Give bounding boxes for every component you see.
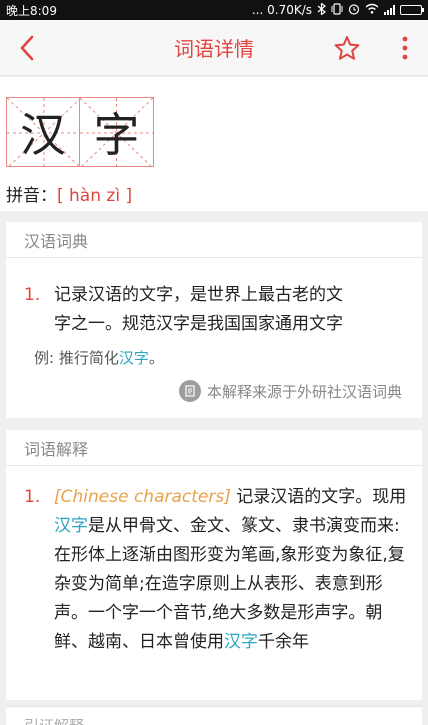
pinyin-row: 拼音：[ hàn zì ] xyxy=(6,181,132,206)
alarm-icon xyxy=(348,3,360,18)
character-text: 字 xyxy=(93,108,140,162)
pinyin-value: [ hàn zì ] xyxy=(57,186,133,206)
bluetooth-icon xyxy=(317,1,326,18)
network-speed: ... 0.70K/s xyxy=(251,3,312,17)
example-sentence: 例: 推行简化汉字。 xyxy=(34,349,164,367)
favorite-button[interactable] xyxy=(330,31,364,65)
chevron-left-icon xyxy=(20,35,34,61)
character-grid: 汉 字 xyxy=(6,97,154,168)
more-vertical-icon xyxy=(402,36,408,60)
battery-icon xyxy=(400,5,424,15)
explanation-number: 1. xyxy=(24,487,41,507)
publisher-icon xyxy=(178,380,201,402)
explanation-section: 词语解释 1. [Chinese characters] 记录汉语的文字。现用汉… xyxy=(6,430,422,700)
character-text: 汉 xyxy=(20,108,66,162)
explanation-text: [Chinese characters] 记录汉语的文字。现用汉字是从甲骨文、金… xyxy=(54,487,407,652)
wifi-icon xyxy=(365,3,379,17)
more-options-button[interactable] xyxy=(388,31,422,65)
character-box: 字 xyxy=(80,97,154,168)
word-card: 汉 字 拼音：[ hàn zì ] xyxy=(0,77,428,211)
highlight-link[interactable]: 汉字 xyxy=(54,516,88,536)
status-bar: 晚上8:09 ... 0.70K/s xyxy=(0,0,428,20)
definition-item: 1. 记录汉语的文字，是世界上最古老的文 字之一。规范汉字是我国国家通用文字 xyxy=(6,281,422,339)
back-button[interactable] xyxy=(10,31,44,65)
dictionary-section: 汉语词典 1. 记录汉语的文字，是世界上最古老的文 字之一。规范汉字是我国国家通… xyxy=(6,222,422,418)
star-icon xyxy=(334,36,360,60)
section-title: 词语解释 xyxy=(6,430,422,466)
english-term: [Chinese characters] xyxy=(54,487,231,507)
definition-text: 记录汉语的文字，是世界上最古老的文 字之一。规范汉字是我国国家通用文字 xyxy=(54,285,343,334)
app-bar: 词语详情 xyxy=(0,20,428,76)
section-title: 汉语词典 xyxy=(6,222,422,258)
example-highlight-link[interactable]: 汉字 xyxy=(119,349,149,367)
explanation-item: 1. [Chinese characters] 记录汉语的文字。现用汉字是从甲骨… xyxy=(6,483,422,657)
definition-number: 1. xyxy=(24,285,41,305)
next-section-title: 引证解释 xyxy=(6,706,422,725)
character-box: 汉 xyxy=(6,97,81,168)
pinyin-label: 拼音： xyxy=(6,186,57,206)
source-note: 本解释来源于外研社汉语词典 xyxy=(6,380,422,402)
highlight-link[interactable]: 汉字 xyxy=(224,632,258,652)
signal-icon xyxy=(384,5,395,15)
vibrate-icon xyxy=(331,2,343,18)
source-text: 本解释来源于外研社汉语词典 xyxy=(206,382,402,401)
status-time: 晚上8:09 xyxy=(6,3,57,18)
